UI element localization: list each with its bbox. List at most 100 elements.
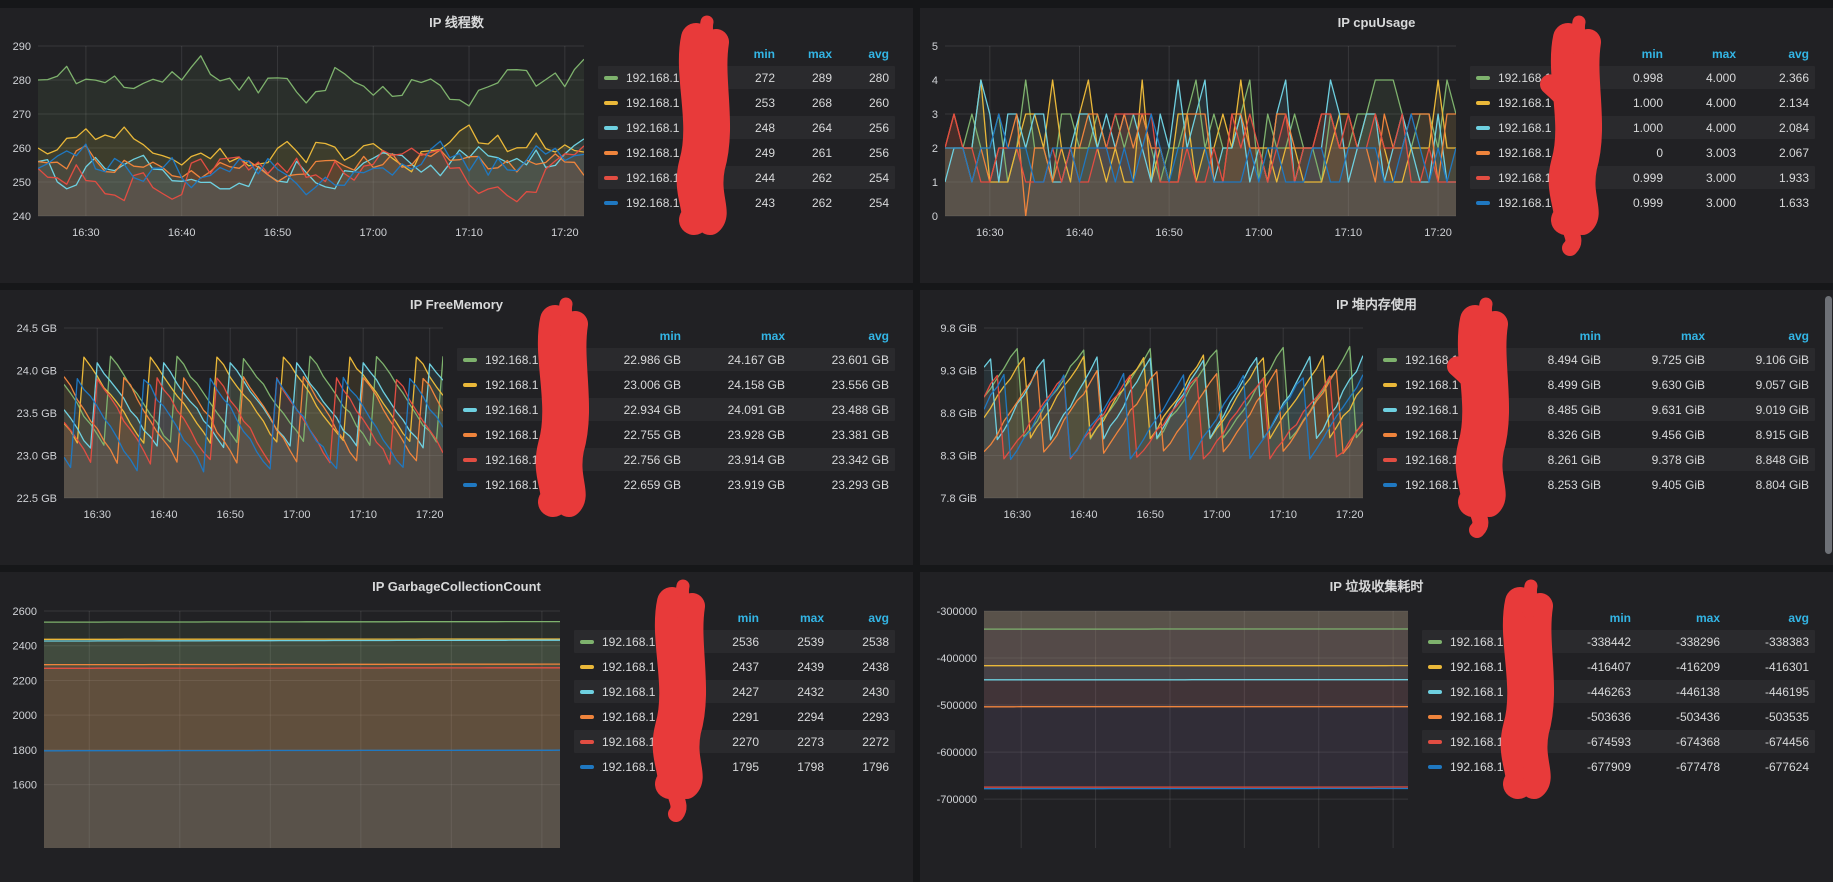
legend-row[interactable]: 192.168.1253268260 bbox=[598, 91, 895, 114]
legend-col-min[interactable]: min bbox=[1497, 329, 1601, 343]
legend-row[interactable]: 192.168.11.0004.0002.134 bbox=[1470, 91, 1815, 114]
series-ip-label[interactable]: 192.168.1 bbox=[485, 453, 577, 467]
series-ip-label[interactable]: 192.168.1 bbox=[626, 171, 718, 185]
legend-col-max[interactable]: max bbox=[681, 329, 785, 343]
legend-row[interactable]: 192.168.1227022732272 bbox=[574, 730, 895, 753]
legend-col-avg[interactable]: avg bbox=[1736, 47, 1809, 61]
series-ip-label[interactable]: 192.168.1 bbox=[602, 735, 694, 749]
legend-col-avg[interactable]: avg bbox=[1705, 329, 1809, 343]
legend-row[interactable]: 192.168.1243724392438 bbox=[574, 655, 895, 678]
series-ip-label[interactable]: 192.168.1 bbox=[626, 121, 718, 135]
legend-row[interactable]: 192.168.1272289280 bbox=[598, 66, 895, 89]
series-ip-label[interactable]: 192.168.1 bbox=[1450, 685, 1542, 699]
series-ip-label[interactable]: 192.168.1 bbox=[1498, 96, 1590, 110]
series-ip-label[interactable]: 192.168.1 bbox=[1405, 353, 1497, 367]
series-ip-label[interactable]: 192.168.1 bbox=[1450, 635, 1542, 649]
series-ip-label[interactable]: 192.168.1 bbox=[626, 96, 718, 110]
series-ip-label[interactable]: 192.168.1 bbox=[626, 196, 718, 210]
legend-row[interactable]: 192.168.18.326 GiB9.456 GiB8.915 GiB bbox=[1377, 423, 1815, 446]
timeseries-chart-free-memory[interactable]: 24.5 GB24.0 GB23.5 GB23.0 GB22.5 GB16:30… bbox=[6, 316, 453, 528]
legend-row[interactable]: 192.168.11.0004.0002.084 bbox=[1470, 116, 1815, 139]
timeseries-chart-heap-usage[interactable]: 9.8 GiB9.3 GiB8.8 GiB8.3 GiB7.8 GiB16:30… bbox=[926, 316, 1373, 528]
legend-row[interactable]: 192.168.1248264256 bbox=[598, 116, 895, 139]
series-ip-label[interactable]: 192.168.1 bbox=[485, 478, 577, 492]
series-ip-label[interactable]: 192.168.1 bbox=[626, 146, 718, 160]
legend-row[interactable]: 192.168.1243262254 bbox=[598, 191, 895, 214]
panel-title-cpu-usage[interactable]: IP cpuUsage bbox=[926, 12, 1827, 34]
legend-row[interactable]: 192.168.1244262254 bbox=[598, 166, 895, 189]
series-ip-label[interactable]: 192.168.1 bbox=[1405, 478, 1497, 492]
legend-row[interactable]: 192.168.10.9993.0001.633 bbox=[1470, 191, 1815, 214]
legend-row[interactable]: 192.168.1253625392538 bbox=[574, 630, 895, 653]
legend-row[interactable]: 192.168.122.934 GB24.091 GB23.488 GB bbox=[457, 398, 895, 421]
legend-col-max[interactable]: max bbox=[759, 611, 824, 625]
series-ip-label[interactable]: 192.168.1 bbox=[1498, 171, 1590, 185]
timeseries-chart-thread-count[interactable]: 29028027026025024016:3016:4016:5017:0017… bbox=[6, 34, 594, 246]
panel-title-gc-count[interactable]: IP GarbageCollectionCount bbox=[6, 576, 907, 598]
legend-row[interactable]: 192.168.1242724322430 bbox=[574, 680, 895, 703]
legend-col-max[interactable]: max bbox=[775, 47, 832, 61]
series-ip-label[interactable]: 192.168.1 bbox=[1405, 428, 1497, 442]
legend-col-min[interactable]: min bbox=[577, 329, 681, 343]
legend-col-max[interactable]: max bbox=[1663, 47, 1736, 61]
legend-row[interactable]: 192.168.1-416407-416209-416301 bbox=[1422, 655, 1815, 678]
legend-row[interactable]: 192.168.1-338442-338296-338383 bbox=[1422, 630, 1815, 653]
series-ip-label[interactable]: 192.168.1 bbox=[602, 635, 694, 649]
legend-col-min[interactable]: min bbox=[1542, 611, 1631, 625]
legend-row[interactable]: 192.168.18.485 GiB9.631 GiB9.019 GiB bbox=[1377, 398, 1815, 421]
series-ip-label[interactable]: 192.168.1 bbox=[1405, 378, 1497, 392]
legend-row[interactable]: 192.168.122.755 GB23.928 GB23.381 GB bbox=[457, 423, 895, 446]
legend-col-avg[interactable]: avg bbox=[785, 329, 889, 343]
legend-col-min[interactable]: min bbox=[718, 47, 775, 61]
legend-row[interactable]: 192.168.18.253 GiB9.405 GiB8.804 GiB bbox=[1377, 473, 1815, 496]
panel-title-heap-usage[interactable]: IP 堆内存使用 bbox=[926, 294, 1827, 316]
series-ip-label[interactable]: 192.168.1 bbox=[485, 428, 577, 442]
legend-row[interactable]: 192.168.18.494 GiB9.725 GiB9.106 GiB bbox=[1377, 348, 1815, 371]
series-ip-label[interactable]: 192.168.1 bbox=[485, 403, 577, 417]
series-ip-label[interactable]: 192.168.1 bbox=[1450, 710, 1542, 724]
timeseries-chart-cpu-usage[interactable]: 54321016:3016:4016:5017:0017:1017:20 bbox=[926, 34, 1466, 246]
legend-row[interactable]: 192.168.18.499 GiB9.630 GiB9.057 GiB bbox=[1377, 373, 1815, 396]
legend-row[interactable]: 192.168.122.659 GB23.919 GB23.293 GB bbox=[457, 473, 895, 496]
series-ip-label[interactable]: 192.168.1 bbox=[1498, 196, 1590, 210]
legend-row[interactable]: 192.168.1-674593-674368-674456 bbox=[1422, 730, 1815, 753]
legend-row[interactable]: 192.168.1229122942293 bbox=[574, 705, 895, 728]
legend-row[interactable]: 192.168.122.986 GB24.167 GB23.601 GB bbox=[457, 348, 895, 371]
panel-title-thread-count[interactable]: IP 线程数 bbox=[6, 12, 907, 34]
series-ip-label[interactable]: 192.168.1 bbox=[602, 760, 694, 774]
series-ip-label[interactable]: 192.168.1 bbox=[1450, 660, 1542, 674]
series-ip-label[interactable]: 192.168.1 bbox=[485, 378, 577, 392]
series-ip-label[interactable]: 192.168.1 bbox=[1498, 121, 1590, 135]
legend-col-max[interactable]: max bbox=[1631, 611, 1720, 625]
series-ip-label[interactable]: 192.168.1 bbox=[1405, 403, 1497, 417]
series-ip-label[interactable]: 192.168.1 bbox=[1405, 453, 1497, 467]
series-ip-label[interactable]: 192.168.1 bbox=[626, 71, 718, 85]
panel-title-gc-time[interactable]: IP 垃圾收集耗时 bbox=[926, 576, 1827, 598]
legend-row[interactable]: 192.168.18.261 GiB9.378 GiB8.848 GiB bbox=[1377, 448, 1815, 471]
legend-col-avg[interactable]: avg bbox=[1720, 611, 1809, 625]
series-ip-label[interactable]: 192.168.1 bbox=[1498, 71, 1590, 85]
series-ip-label[interactable]: 192.168.1 bbox=[1498, 146, 1590, 160]
series-ip-label[interactable]: 192.168.1 bbox=[485, 353, 577, 367]
legend-row[interactable]: 192.168.1-503636-503436-503535 bbox=[1422, 705, 1815, 728]
series-ip-label[interactable]: 192.168.1 bbox=[1450, 760, 1542, 774]
legend-row[interactable]: 192.168.123.006 GB24.158 GB23.556 GB bbox=[457, 373, 895, 396]
series-ip-label[interactable]: 192.168.1 bbox=[602, 710, 694, 724]
legend-row[interactable]: 192.168.1-446263-446138-446195 bbox=[1422, 680, 1815, 703]
legend-row[interactable]: 192.168.1179517981796 bbox=[574, 755, 895, 778]
legend-col-max[interactable]: max bbox=[1601, 329, 1705, 343]
panel-title-free-memory[interactable]: IP FreeMemory bbox=[6, 294, 907, 316]
legend-row[interactable]: 192.168.10.9984.0002.366 bbox=[1470, 66, 1815, 89]
legend-col-min[interactable]: min bbox=[1590, 47, 1663, 61]
legend-row[interactable]: 192.168.103.0032.067 bbox=[1470, 141, 1815, 164]
series-ip-label[interactable]: 192.168.1 bbox=[1450, 735, 1542, 749]
legend-col-avg[interactable]: avg bbox=[824, 611, 889, 625]
legend-col-min[interactable]: min bbox=[694, 611, 759, 625]
legend-row[interactable]: 192.168.122.756 GB23.914 GB23.342 GB bbox=[457, 448, 895, 471]
legend-row[interactable]: 192.168.1-677909-677478-677624 bbox=[1422, 755, 1815, 778]
legend-col-avg[interactable]: avg bbox=[832, 47, 889, 61]
scrollbar-thumb[interactable] bbox=[1825, 296, 1832, 554]
legend-row[interactable]: 192.168.10.9993.0001.933 bbox=[1470, 166, 1815, 189]
timeseries-chart-gc-time[interactable]: -300000-400000-500000-600000-700000 bbox=[926, 598, 1418, 848]
series-ip-label[interactable]: 192.168.1 bbox=[602, 660, 694, 674]
